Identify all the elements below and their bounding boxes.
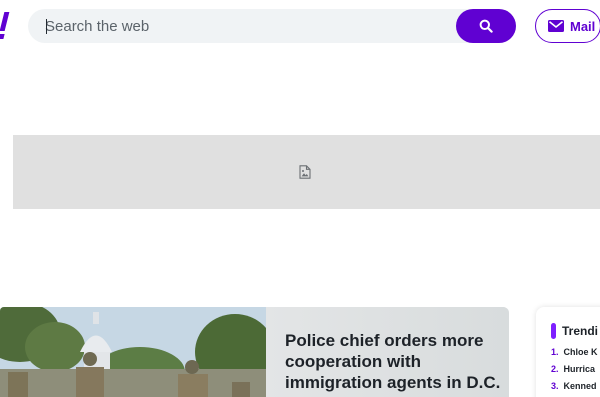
mail-label: Mail — [570, 18, 596, 34]
trending-accent-bar — [551, 323, 556, 339]
trending-label: Hurrica — [563, 364, 596, 374]
hero-story-card[interactable]: Police chief orders more cooperation wit… — [0, 307, 509, 397]
trending-item[interactable]: 2. Hurrica — [551, 364, 600, 374]
trending-panel: Trendi 1. Chloe K 2. Hurrica 3. Kenned — [536, 307, 600, 397]
trending-item[interactable]: 1. Chloe K — [551, 347, 600, 357]
trending-label: Chloe K — [563, 347, 598, 357]
search-bar — [28, 9, 516, 43]
broken-image-icon — [299, 165, 311, 179]
search-icon — [479, 19, 493, 33]
text-caret — [46, 19, 47, 34]
search-input[interactable] — [45, 9, 465, 43]
mail-button[interactable]: Mail — [535, 9, 600, 43]
trending-header: Trendi — [551, 323, 600, 339]
hero-headline[interactable]: Police chief orders more cooperation wit… — [285, 330, 505, 393]
ad-placeholder — [13, 135, 600, 209]
trending-label: Kenned — [563, 381, 597, 391]
hero-photo[interactable] — [0, 307, 266, 397]
yahoo-logo[interactable] — [0, 12, 10, 40]
hero-text-panel: Police chief orders more cooperation wit… — [266, 307, 509, 397]
trending-rank: 3. — [551, 381, 559, 391]
search-button[interactable] — [456, 9, 516, 43]
trending-title: Trendi — [562, 324, 599, 338]
trending-rank: 2. — [551, 364, 559, 374]
trending-item[interactable]: 3. Kenned — [551, 381, 600, 391]
trending-rank: 1. — [551, 347, 559, 357]
mail-icon — [548, 20, 564, 32]
